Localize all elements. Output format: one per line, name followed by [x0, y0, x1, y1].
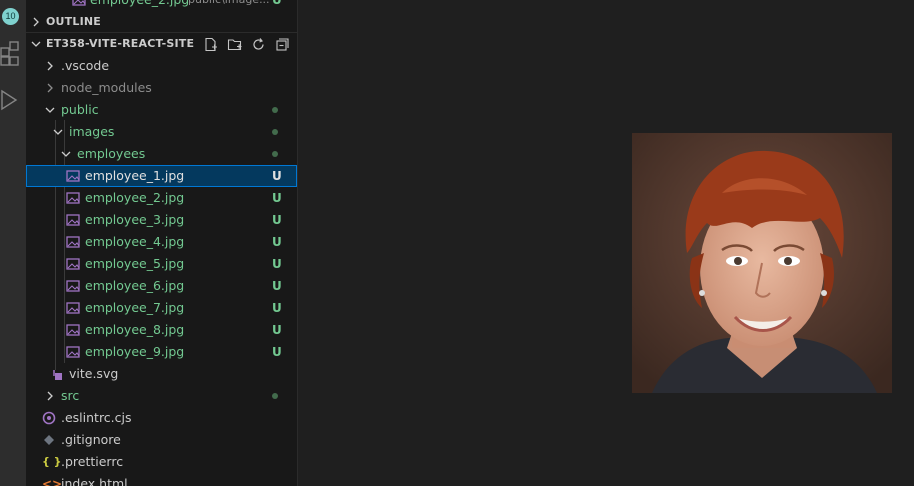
employee-portrait-image: [632, 133, 892, 393]
run-debug-icon[interactable]: [0, 88, 20, 114]
file-name: employee_8.jpg: [85, 322, 185, 337]
chevron-right-icon: [47, 391, 53, 401]
file-employee-8[interactable]: employee_8.jpg U: [26, 319, 297, 341]
chevron-right-icon: [47, 83, 53, 93]
chevron-down-icon: [61, 151, 71, 157]
new-file-icon[interactable]: [203, 37, 218, 52]
git-status: U: [272, 257, 282, 271]
outline-section-header[interactable]: OUTLINE: [26, 11, 297, 33]
file-name: employee_3.jpg: [85, 212, 185, 227]
image-file-icon: [66, 236, 80, 248]
outline-title: OUTLINE: [46, 15, 102, 28]
svg-file-icon: [53, 370, 62, 380]
file-employee-1[interactable]: employee_1.jpg U: [26, 165, 297, 187]
folder-name: employees: [77, 146, 146, 161]
eslint-icon: [42, 411, 56, 425]
image-file-icon: [66, 214, 80, 226]
file-name: .eslintrc.cjs: [61, 410, 132, 425]
file-name: employee_1.jpg: [85, 168, 185, 183]
file-name: employee_9.jpg: [85, 344, 185, 359]
file-name: .gitignore: [61, 432, 121, 447]
folder-name: images: [69, 124, 115, 139]
image-file-icon: [66, 302, 80, 314]
git-status: U: [272, 169, 282, 183]
file-prettierrc[interactable]: { } .prettierrc: [26, 451, 297, 473]
chevron-right-icon: [33, 17, 39, 27]
folder-src[interactable]: src: [26, 385, 297, 407]
image-file-icon: [66, 324, 80, 336]
file-employee-9[interactable]: employee_9.jpg U: [26, 341, 297, 363]
modified-dot: [272, 393, 278, 399]
project-title: ET358-VITE-REACT-SITE: [46, 37, 195, 50]
file-vite-svg[interactable]: vite.svg: [26, 363, 297, 385]
activity-bar: 10: [0, 0, 26, 486]
file-name: vite.svg: [69, 366, 119, 381]
file-name: employee_2.jpg: [85, 190, 185, 205]
image-file-icon: [66, 346, 80, 358]
git-status: U: [272, 0, 282, 7]
file-employee-5[interactable]: employee_5.jpg U: [26, 253, 297, 275]
chevron-down-icon: [45, 107, 55, 113]
refresh-icon[interactable]: [251, 37, 266, 52]
image-file-icon: [66, 192, 80, 204]
file-employee-2[interactable]: employee_2.jpg U: [26, 187, 297, 209]
folder-images[interactable]: images: [26, 121, 297, 143]
html-icon: <>: [42, 477, 63, 486]
file-employee-6[interactable]: employee_6.jpg U: [26, 275, 297, 297]
file-name: index.html: [61, 476, 128, 486]
extensions-icon[interactable]: [0, 40, 20, 68]
file-name: employee_7.jpg: [85, 300, 185, 315]
file-eslintrc[interactable]: .eslintrc.cjs: [26, 407, 297, 429]
image-file-icon: [66, 258, 80, 270]
git-status: U: [272, 235, 282, 249]
chevron-down-icon: [31, 41, 41, 47]
git-status: U: [272, 323, 282, 337]
file-name: .prettierrc: [61, 454, 124, 469]
folder-employees[interactable]: employees: [26, 143, 297, 165]
json-braces-icon: { }: [42, 455, 62, 468]
image-file-icon: [72, 0, 86, 6]
file-name: employee_5.jpg: [85, 256, 185, 271]
folder-name: src: [61, 388, 80, 403]
modified-dot: [272, 129, 278, 135]
open-editor-filename: employee_2.jpg: [90, 0, 189, 11]
collapse-all-icon[interactable]: [275, 37, 290, 52]
image-file-icon: [66, 280, 80, 292]
new-folder-icon[interactable]: [227, 37, 242, 52]
file-index-html[interactable]: <> index.html: [26, 473, 297, 486]
open-editor-item[interactable]: employee_2.jpg public\image... U: [26, 0, 297, 11]
open-editor-path: public\image...: [188, 0, 270, 11]
folder-public[interactable]: public: [26, 99, 297, 121]
git-status: U: [272, 301, 282, 315]
folder-vscode[interactable]: .vscode: [26, 55, 297, 77]
git-status: U: [272, 191, 282, 205]
folder-name: public: [61, 102, 99, 117]
image-file-icon: [66, 170, 80, 182]
folder-node-modules[interactable]: node_modules: [26, 77, 297, 99]
modified-dot: [272, 107, 278, 113]
git-status: U: [272, 213, 282, 227]
modified-dot: [272, 151, 278, 157]
git-status: U: [272, 345, 282, 359]
git-status: U: [272, 279, 282, 293]
source-control-badge: 10: [2, 8, 19, 25]
chevron-right-icon: [47, 61, 53, 71]
folder-name: node_modules: [61, 80, 152, 95]
folder-name: .vscode: [61, 58, 110, 73]
file-employee-3[interactable]: employee_3.jpg U: [26, 209, 297, 231]
explorer-sidebar: employee_2.jpg public\image... U OUTLINE…: [26, 0, 298, 486]
file-name: employee_4.jpg: [85, 234, 185, 249]
file-employee-7[interactable]: employee_7.jpg U: [26, 297, 297, 319]
chevron-down-icon: [53, 129, 63, 135]
file-name: employee_6.jpg: [85, 278, 185, 293]
file-employee-4[interactable]: employee_4.jpg U: [26, 231, 297, 253]
project-section-header[interactable]: ET358-VITE-REACT-SITE: [26, 33, 297, 55]
git-icon: [44, 435, 54, 445]
file-gitignore[interactable]: .gitignore: [26, 429, 297, 451]
